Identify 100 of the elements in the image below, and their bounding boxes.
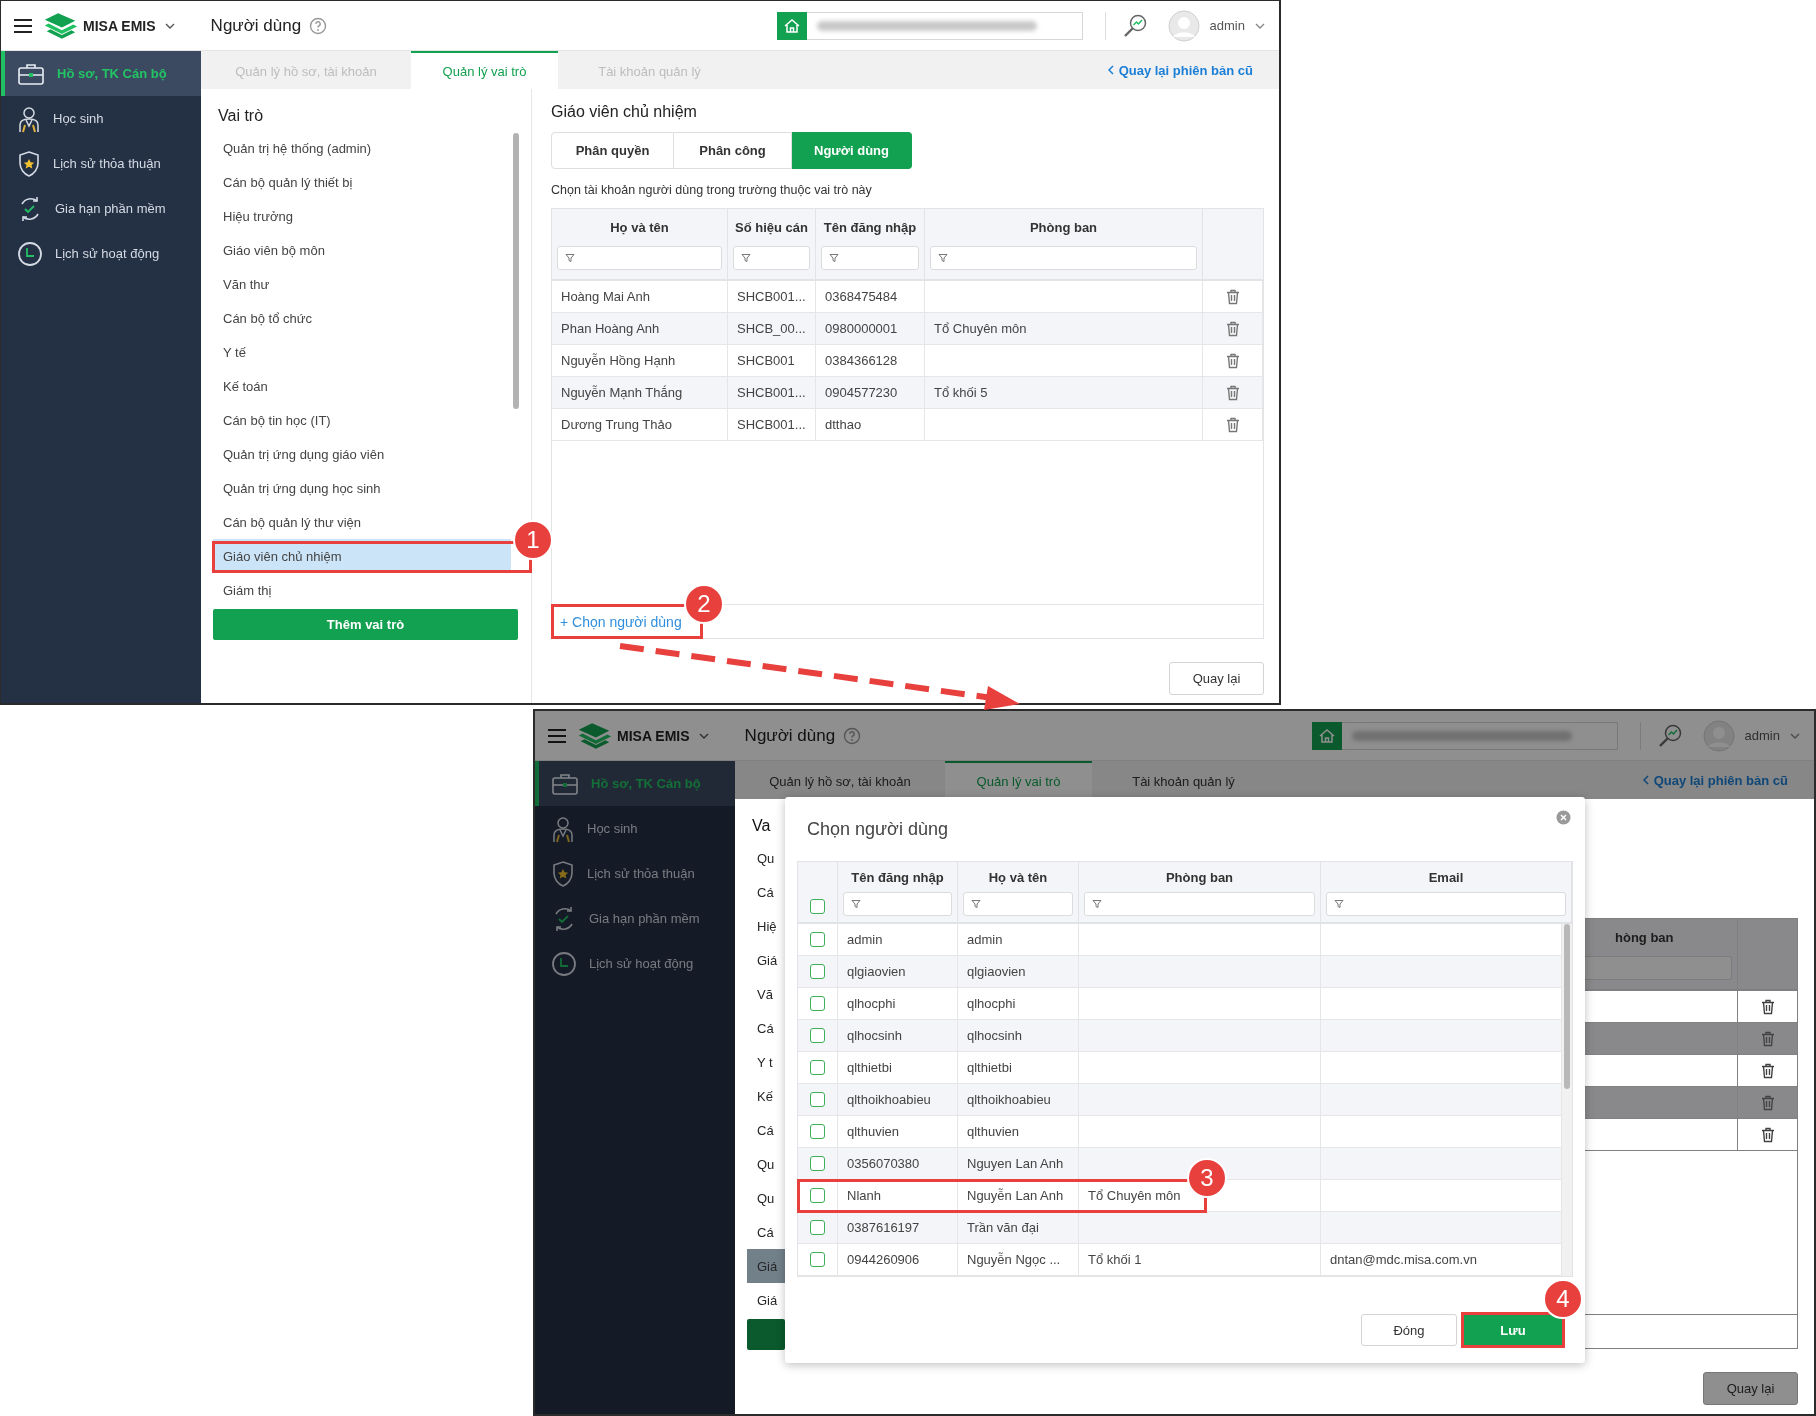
segment-tab[interactable]: Phân công: [674, 132, 792, 169]
table-cell: SHCB001...: [728, 409, 816, 440]
checkbox[interactable]: [810, 1156, 825, 1171]
help-icon[interactable]: [843, 726, 862, 745]
trash-icon[interactable]: [1225, 352, 1240, 369]
table-cell: Nguyễn Lan Anh: [958, 1180, 1079, 1211]
school-field[interactable]: [806, 11, 1083, 40]
avatar-icon[interactable]: [1702, 719, 1735, 752]
sidebar-item[interactable]: Học sinh: [535, 806, 735, 851]
checkbox[interactable]: [810, 996, 825, 1011]
caret-icon[interactable]: [698, 732, 709, 739]
filter-field[interactable]: [733, 246, 810, 270]
role-item[interactable]: Qu: [747, 1181, 785, 1215]
role-item[interactable]: Quản trị ứng dụng học sinh: [213, 471, 511, 505]
close-button[interactable]: Đóng: [1361, 1314, 1457, 1346]
filter-field[interactable]: [963, 892, 1073, 916]
avatar-icon[interactable]: [1167, 9, 1200, 42]
checkbox[interactable]: [810, 1188, 825, 1203]
role-item[interactable]: Hiệ: [747, 909, 785, 943]
role-item[interactable]: Kế toán: [213, 369, 511, 403]
trash-icon[interactable]: [1225, 288, 1240, 305]
role-item[interactable]: Cán bộ quản lý thiết bị: [213, 165, 511, 199]
trash-icon[interactable]: [1225, 416, 1240, 433]
home-icon[interactable]: [1311, 721, 1342, 750]
filter-field[interactable]: [557, 246, 722, 270]
sidebar-item[interactable]: Lịch sử thỏa thuận: [535, 851, 735, 896]
filter-field[interactable]: [843, 892, 952, 916]
close-icon[interactable]: [1556, 810, 1571, 825]
role-item[interactable]: Giám thị: [213, 573, 511, 607]
trash-icon[interactable]: [1760, 1126, 1775, 1143]
table-cell: 0356070380: [838, 1148, 958, 1179]
role-item[interactable]: Qu: [747, 841, 785, 875]
app-name[interactable]: MISA EMIS: [617, 727, 690, 744]
role-item[interactable]: Cá: [747, 1215, 785, 1249]
role-item[interactable]: Quản trị ứng dụng giáo viên: [213, 437, 511, 471]
sidebar-item[interactable]: Gia hạn phần mềm: [535, 896, 735, 941]
sidebar-item[interactable]: Gia hạn phần mềm: [1, 186, 201, 231]
role-item[interactable]: Văn thư: [213, 267, 511, 301]
checkbox[interactable]: [810, 1252, 825, 1267]
checkbox[interactable]: [810, 1220, 825, 1235]
caret-icon[interactable]: [1255, 22, 1265, 29]
role-item[interactable]: Giá: [747, 943, 785, 977]
menu-icon[interactable]: [547, 727, 567, 744]
panel-title: Vai trò: [217, 106, 265, 126]
tab[interactable]: Quản lý hồ sơ, tài khoản: [735, 761, 945, 799]
add-user-link[interactable]: + Chọn người dùng: [560, 613, 682, 630]
trash-icon[interactable]: [1760, 998, 1775, 1015]
tab[interactable]: Tài khoản quản lý: [1092, 761, 1275, 799]
home-icon[interactable]: [776, 11, 807, 40]
segment-tab[interactable]: Phân quyền: [551, 132, 674, 169]
help-icon[interactable]: [309, 16, 328, 35]
table-cell: SHCB_00...: [728, 313, 816, 344]
role-item[interactable]: Vă: [747, 977, 785, 1011]
role-item[interactable]: Y tế: [213, 335, 511, 369]
role-item[interactable]: Giáo viên bộ môn: [213, 233, 511, 267]
role-item[interactable]: Kế: [747, 1079, 785, 1113]
sidebar-item[interactable]: Hồ sơ, TK Cán bộ: [1, 51, 201, 96]
step-badge: 4: [1543, 1279, 1583, 1319]
checkbox[interactable]: [810, 899, 825, 914]
sidebar-item[interactable]: Lịch sử hoạt động: [535, 941, 735, 986]
checkbox[interactable]: [810, 1060, 825, 1075]
role-item[interactable]: Cán bộ tin học (IT): [213, 403, 511, 437]
role-item[interactable]: Cán bộ tổ chức: [213, 301, 511, 335]
role-item[interactable]: Cá: [747, 1113, 785, 1147]
filter-field[interactable]: [1326, 892, 1566, 916]
role-item[interactable]: Cán bộ quản lý thư viện: [213, 505, 511, 539]
filter-field[interactable]: [1585, 956, 1732, 980]
back-link[interactable]: Quay lại phiên bản cũ: [1107, 51, 1279, 89]
user-name[interactable]: admin: [1744, 728, 1780, 743]
role-item[interactable]: Qu: [747, 1147, 785, 1181]
role-item[interactable]: Quản trị hệ thống (admin): [213, 131, 511, 165]
checkbox[interactable]: [810, 1124, 825, 1139]
back-button[interactable]: Quay lại: [1703, 1372, 1798, 1405]
role-item[interactable]: Y t: [747, 1045, 785, 1079]
sidebar-item[interactable]: Lịch sử hoạt động: [1, 231, 201, 276]
trash-icon[interactable]: [1760, 1062, 1775, 1079]
role-item[interactable]: Cá: [747, 1011, 785, 1045]
user-name[interactable]: admin: [1209, 18, 1245, 33]
checkbox[interactable]: [810, 1092, 825, 1107]
role-item[interactable]: Hiệu trưởng: [213, 199, 511, 233]
checkbox[interactable]: [810, 932, 825, 947]
sidebar-item[interactable]: Học sinh: [1, 96, 201, 141]
tab[interactable]: Quản lý vai trò: [411, 51, 558, 89]
checkbox[interactable]: [810, 1028, 825, 1043]
menu-icon[interactable]: [13, 17, 33, 34]
filter-field[interactable]: [930, 246, 1197, 270]
app-name[interactable]: MISA EMIS: [83, 17, 156, 34]
role-item[interactable]: Giá: [747, 1283, 785, 1317]
filter-field[interactable]: [821, 246, 919, 270]
checkbox[interactable]: [810, 964, 825, 979]
role-item[interactable]: Cá: [747, 875, 785, 909]
scrollbar-thumb[interactable]: [513, 133, 519, 409]
clock-icon: [551, 950, 577, 977]
filter-field[interactable]: [1084, 892, 1315, 916]
back-button[interactable]: Quay lại: [1169, 662, 1264, 695]
school-field[interactable]: [1341, 721, 1618, 750]
scrollbar-thumb[interactable]: [1564, 924, 1570, 1089]
sidebar-item[interactable]: Lịch sử thỏa thuận: [1, 141, 201, 186]
caret-icon[interactable]: [164, 22, 175, 29]
role-item[interactable]: Giá: [747, 1249, 785, 1283]
